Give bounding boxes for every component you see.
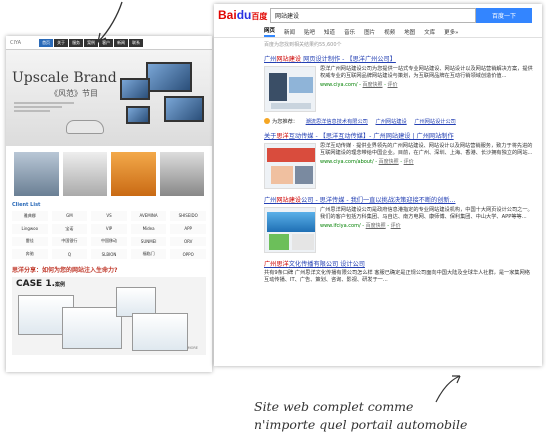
share-headline[interactable]: 思洋分享：如何为您的网站注入生命力?: [6, 262, 212, 274]
baidu-logo[interactable]: Baidu百度: [218, 8, 270, 22]
site-feature-tiles: [6, 146, 212, 202]
client-logo: ORV: [170, 236, 206, 247]
result-thumbnail[interactable]: [264, 143, 316, 189]
client-logo: SUNMEI: [130, 236, 167, 247]
recommend-link[interactable]: 潮流思洋信息技术有限公司: [306, 119, 368, 125]
banner-title: Upscale Brand: [12, 70, 117, 86]
snapshot-link[interactable]: 百度快照: [366, 223, 386, 229]
snapshot-link[interactable]: 百度快照: [379, 159, 399, 165]
caption-line: Site web complet comme: [254, 399, 414, 414]
feature-tile[interactable]: [14, 152, 59, 196]
tab-zhidao[interactable]: 知道: [324, 28, 335, 37]
recommend-link[interactable]: 广州网站设计公司: [414, 119, 456, 125]
banner-subtitle: 《风范》节目: [50, 89, 98, 98]
recommend-link[interactable]: 广州网站建设: [376, 119, 407, 125]
banner-car-image: [66, 120, 104, 134]
client-logo: Midea: [130, 223, 167, 234]
result-title[interactable]: 广州思洋文化传播有限公司 设计公司: [264, 259, 534, 268]
site-nav-item[interactable]: 首页: [39, 38, 54, 47]
result-description: 广州思洋网站建设公司是政府信息港指定的专业网站建设机构，中国十大网页设计公司之一…: [320, 207, 533, 221]
review-link[interactable]: 评价: [388, 82, 398, 88]
client-logo: 福临门: [130, 249, 167, 259]
client-logo: APP: [170, 223, 206, 234]
website-screenshot: CIYA 首页 关于 服务 案例 客户 新闻 联系 Upscale Brand …: [6, 36, 212, 372]
result-item: 广州网站建设公司 - 思洋传媒 - 我们一直以挑战决策迎接不断的创新... 广州…: [264, 195, 534, 253]
result-title[interactable]: 广州网站建设 网页设计制作 - 【思洋广州公司】: [264, 54, 534, 63]
client-logo: Lingwoo: [12, 223, 48, 234]
client-logo: 雅典娜: [12, 211, 48, 221]
site-banner: Upscale Brand 《风范》节目: [6, 50, 212, 146]
baidu-header: Baidu百度 百度一下: [214, 4, 542, 26]
annotation-caption: Site web complet comme n'importe quel po…: [254, 398, 484, 434]
site-logo: CIYA: [10, 39, 22, 46]
client-logo: VIP: [91, 223, 127, 234]
client-logo: 雷佳: [12, 236, 48, 247]
result-item: 广州思洋文化传播有限公司 设计公司 共有9条口碑 广州思洋文化传播有限公司怎么样…: [264, 259, 534, 284]
client-logo: VS: [91, 211, 127, 221]
caption-line: n'importe quel portail automobile: [254, 417, 468, 432]
client-logo: SLBION: [91, 249, 127, 259]
search-tabs: 网页 新闻 贴吧 知道 音乐 图片 视频 地图 文库 更多»: [214, 26, 542, 38]
tab-video[interactable]: 视频: [384, 28, 395, 37]
tab-tieba[interactable]: 贴吧: [304, 28, 315, 37]
tab-news[interactable]: 新闻: [284, 28, 295, 37]
tab-images[interactable]: 图片: [364, 28, 375, 37]
tab-map[interactable]: 地图: [404, 28, 415, 37]
client-logo: 奔驰: [12, 249, 48, 259]
tab-music[interactable]: 音乐: [344, 28, 355, 37]
result-item: 广州网站建设 网页设计制作 - 【思洋广州公司】 思洋广州网站建设公司为您提供一…: [264, 54, 534, 112]
client-logo-grid: 雅典娜 GM VS AVEMINA SHISEIDO Lingwoo 宝诺 VI…: [6, 208, 212, 262]
result-url: www.ciya.com/ - 百度快照 - 评价: [320, 82, 398, 89]
search-input[interactable]: [270, 7, 476, 23]
case-showcase: CASE 1.案例: [12, 277, 206, 355]
result-thumbnail[interactable]: [264, 207, 316, 253]
review-link[interactable]: 评价: [391, 223, 401, 229]
result-title[interactable]: 广州网站建设公司 - 思洋传媒 - 我们一直以挑战决策迎接不断的创新...: [264, 195, 534, 204]
result-count: 百度为您找到相关结果约55,600个: [264, 42, 342, 48]
tab-web[interactable]: 网页: [264, 26, 276, 37]
result-item: 关于思洋互动传媒 - 【思洋互动传媒】- 广州网站建设 | 广州网站制作 思洋互…: [264, 131, 534, 189]
recommend-icon: [264, 118, 270, 124]
tab-more[interactable]: 更多»: [444, 28, 458, 37]
client-logo: 中国银行: [51, 236, 88, 247]
result-thumbnail[interactable]: [264, 66, 316, 112]
client-logo: Q: [51, 249, 88, 259]
more-link[interactable]: MORE: [188, 346, 198, 350]
feature-tile[interactable]: [159, 152, 204, 196]
result-url: www.ciya.com/about/ - 百度快照 - 评价: [320, 159, 414, 166]
client-logo: GM: [51, 211, 88, 221]
tab-wenku[interactable]: 文库: [424, 28, 435, 37]
search-button[interactable]: 百度一下: [476, 7, 532, 23]
client-logo: AVEMINA: [130, 211, 167, 221]
banner-screens-image: [116, 58, 208, 138]
client-logo: 中国移动: [91, 236, 127, 247]
client-logo: SHISEIDO: [170, 211, 206, 221]
snapshot-link[interactable]: 百度快照: [363, 82, 383, 88]
result-url: www.ifciya.com/ - 百度快照 - 评价: [320, 223, 401, 230]
recommend-label: 为您推荐：: [272, 119, 298, 125]
recommend-row: 为您推荐： 潮流思洋信息技术有限公司 广州网站建设 广州网站设计公司: [264, 118, 534, 125]
case-label: CASE 1.案例: [16, 279, 66, 289]
feature-tile[interactable]: [111, 152, 156, 196]
result-description: 思洋互动传媒 · 提供业界领先的广州网站建设、网站设计以及网站营销服务，致力于将…: [320, 143, 533, 157]
site-nav-item[interactable]: 联系: [129, 38, 144, 47]
result-list: 广州网站建设 网页设计制作 - 【思洋广州公司】 思洋广州网站建设公司为您提供一…: [214, 54, 542, 284]
result-title[interactable]: 关于思洋互动传媒 - 【思洋互动传媒】- 广州网站建设 | 广州网站制作: [264, 131, 534, 140]
review-link[interactable]: 评价: [404, 159, 414, 165]
client-logo: 宝诺: [51, 223, 88, 234]
curved-arrow-icon: [97, 1, 123, 43]
baidu-search-results: Baidu百度 百度一下 网页 新闻 贴吧 知道 音乐 图片 视频 地图 文库 …: [214, 4, 542, 366]
feature-tile[interactable]: [62, 152, 107, 196]
result-description: 思洋广州网站建设公司为您提供一站式专业网站建设、网站设计以及网站营销解决方案，提…: [320, 66, 533, 80]
banner-text-lines: [14, 102, 74, 112]
client-logo: OPPO: [170, 249, 206, 259]
result-description: 共有9条口碑 广州思洋文化传播有限公司怎么样 客服已确定是正规公司面向中国大陆及…: [264, 270, 530, 284]
